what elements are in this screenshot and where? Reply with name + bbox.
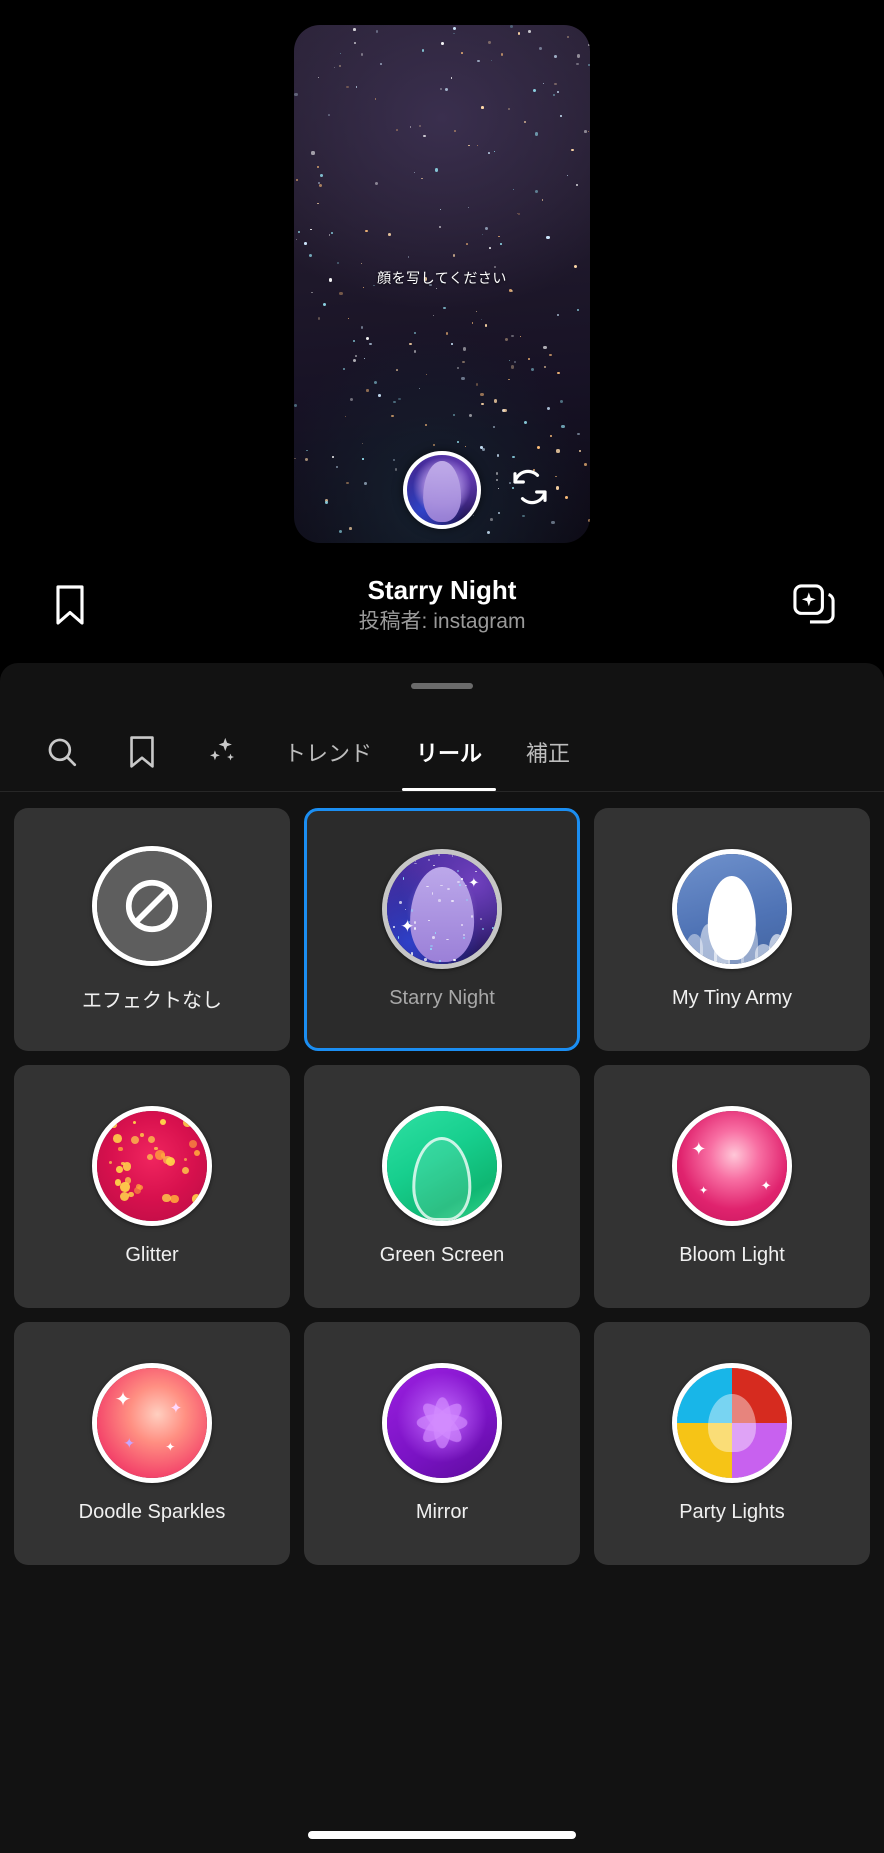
- effect-card-party-lights[interactable]: Party Lights: [594, 1322, 870, 1565]
- shutter-effect-preview: [423, 460, 461, 523]
- effect-thumbnail-glitter: [92, 1106, 212, 1226]
- tab-trend[interactable]: トレンド: [262, 713, 394, 791]
- effect-card-green-screen[interactable]: Green Screen: [304, 1065, 580, 1308]
- effect-thumbnail-my-tiny-army: [672, 849, 792, 969]
- effect-card-effect[interactable]: エフェクトなし: [14, 808, 290, 1051]
- bookmark-icon[interactable]: [40, 584, 100, 626]
- effect-card-my-tiny-army[interactable]: My Tiny Army: [594, 808, 870, 1051]
- effect-card-starry-night[interactable]: ✦ ✦ Starry Night: [304, 808, 580, 1051]
- effect-label: Doodle Sparkles: [78, 1501, 226, 1523]
- effect-label: Party Lights: [679, 1501, 785, 1523]
- sheet-drag-handle[interactable]: [411, 683, 473, 689]
- effect-label: Mirror: [415, 1501, 469, 1523]
- effect-thumbnail-doodle-sparkles: ✦ ✦ ✦ ✦: [92, 1363, 212, 1483]
- effect-thumbnail-starry-night: ✦ ✦: [382, 849, 502, 969]
- effect-title-group: Starry Night 投稿者: instagram: [100, 575, 784, 635]
- effect-label: Starry Night: [389, 987, 495, 1009]
- effect-card-mirror[interactable]: Mirror: [304, 1322, 580, 1565]
- effect-thumbnail-bloom-light: ✦ ✦ ✦: [672, 1106, 792, 1226]
- tab-reels[interactable]: リール: [394, 713, 504, 791]
- search-icon[interactable]: [22, 722, 102, 782]
- effect-card-glitter[interactable]: Glitter: [14, 1065, 290, 1308]
- effect-thumbnail-green-screen: [382, 1106, 502, 1226]
- flip-camera-icon[interactable]: [508, 465, 552, 509]
- effect-label: Glitter: [125, 1244, 179, 1266]
- effects-gallery-screen: 顔を写してください Starry Night 投稿者: instagram トレ…: [0, 0, 884, 1853]
- shutter-button[interactable]: [403, 451, 481, 529]
- effects-grid: エフェクトなし ✦ ✦ Starry Night My Tiny Army Glitter…: [0, 792, 884, 1565]
- effect-label: Green Screen: [379, 1244, 505, 1266]
- home-indicator: [308, 1831, 576, 1839]
- saved-icon[interactable]: [102, 722, 182, 782]
- effect-author: 投稿者: instagram: [358, 609, 526, 633]
- effect-label: Bloom Light: [679, 1244, 785, 1266]
- page-title: Starry Night: [367, 575, 517, 606]
- preview-hint-text: 顔を写してください: [377, 270, 507, 286]
- effects-sheet: トレンド リール 補正 エフェクトなし ✦ ✦ Starry Night My Tiny…: [0, 663, 884, 1853]
- effect-thumbnail-party-lights: [672, 1363, 792, 1483]
- effect-card-doodle-sparkles[interactable]: ✦ ✦ ✦ ✦ Doodle Sparkles: [14, 1322, 290, 1565]
- effects-tab-bar: トレンド リール 補正: [0, 713, 884, 791]
- effect-thumbnail-effect: [92, 846, 212, 966]
- effect-thumbnail-mirror: [382, 1363, 502, 1483]
- effect-card-bloom-light[interactable]: ✦ ✦ ✦ Bloom Light: [594, 1065, 870, 1308]
- effect-title-bar: Starry Night 投稿者: instagram: [0, 555, 884, 655]
- effect-label: エフェクトなし: [82, 990, 222, 1012]
- tab-correction[interactable]: 補正: [504, 713, 592, 791]
- sparkles-icon[interactable]: [182, 722, 262, 782]
- camera-preview[interactable]: 顔を写してください: [294, 25, 590, 543]
- add-effect-icon[interactable]: [784, 584, 844, 626]
- effect-label: My Tiny Army: [671, 987, 792, 1009]
